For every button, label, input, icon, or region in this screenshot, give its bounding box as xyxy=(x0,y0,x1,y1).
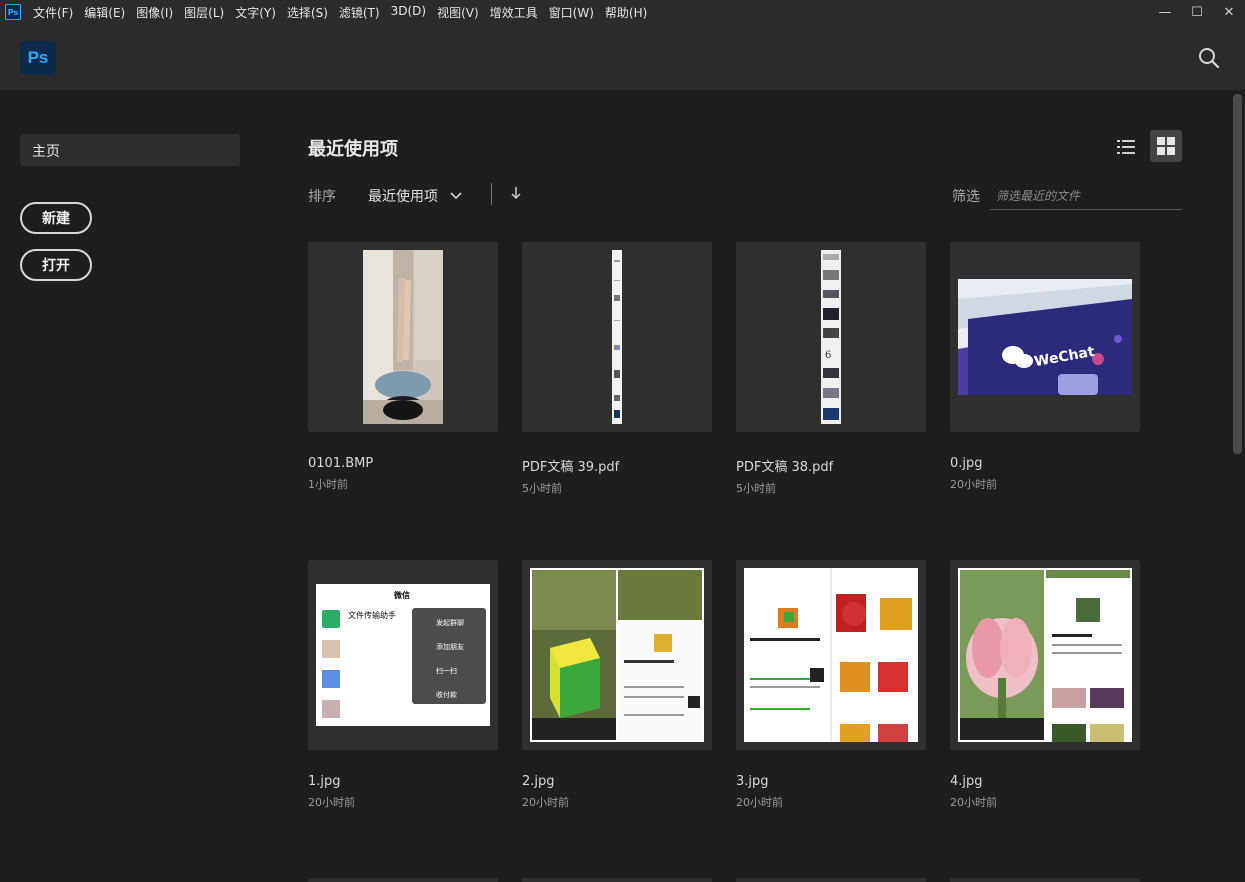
wechat-title: 微信 xyxy=(394,591,410,600)
file-time: 20小时前 xyxy=(736,796,783,809)
file-thumbnail[interactable] xyxy=(522,560,712,750)
open-button[interactable]: 打开 xyxy=(20,249,92,281)
file-name[interactable]: 0101.BMP xyxy=(308,456,498,471)
list-view-icon xyxy=(1117,140,1135,154)
sort-dropdown[interactable]: 最近使用项 xyxy=(368,186,464,206)
avatar xyxy=(322,700,340,718)
file-thumbnail[interactable]: WeChat xyxy=(950,242,1140,432)
file-card-partial[interactable] xyxy=(950,878,1140,882)
menu-image[interactable]: 图像(I) xyxy=(136,4,173,21)
svg-text:6: 6 xyxy=(825,350,831,361)
file-name[interactable]: 4.jpg xyxy=(950,774,1140,789)
menu-layer[interactable]: 图层(L) xyxy=(184,4,224,21)
file-card-partial[interactable] xyxy=(308,878,498,882)
menu-edit[interactable]: 编辑(E) xyxy=(84,4,125,21)
file-time: 1小时前 xyxy=(308,478,348,491)
file-card[interactable]: 6 PDF文稿 38.pdf 5小时前 xyxy=(736,242,926,496)
photo-thumbnail-image xyxy=(363,250,443,424)
window-controls: — ☐ ✕ xyxy=(1149,0,1245,24)
maximize-button[interactable]: ☐ xyxy=(1181,0,1213,24)
scrollbar[interactable] xyxy=(1230,90,1245,882)
file-name[interactable]: 3.jpg xyxy=(736,774,926,789)
scrollbar-thumb[interactable] xyxy=(1233,94,1242,454)
file-thumbnail[interactable] xyxy=(308,242,498,432)
menu-filter[interactable]: 滤镜(T) xyxy=(339,4,380,21)
file-time: 20小时前 xyxy=(522,796,569,809)
filter-label: 筛选 xyxy=(952,189,980,205)
file-time: 5小时前 xyxy=(522,482,562,495)
file-card[interactable]: WeChat 0.jpg 20小时前 xyxy=(950,242,1140,492)
divider xyxy=(491,183,492,205)
file-name[interactable]: PDF文稿 38.pdf xyxy=(736,456,926,475)
file-name[interactable]: 0.jpg xyxy=(950,456,1140,471)
pdf-thumbnail-image: 6 xyxy=(821,250,841,424)
avatar xyxy=(322,670,340,688)
file-helper-label: 文件传输助手 xyxy=(348,611,396,620)
file-card[interactable]: PDF文稿 39.pdf 5小时前 xyxy=(522,242,712,496)
list-view-button[interactable] xyxy=(1110,131,1142,163)
wechat-thumbnail-image xyxy=(958,279,1132,395)
filter-input[interactable] xyxy=(990,182,1182,210)
file-card[interactable]: 微信 文件传输助手 发起群聊 添加朋友 扫一扫 收付款 1.jpg 20小时前 xyxy=(308,560,498,810)
cube-article-thumbnail-image xyxy=(744,568,918,742)
new-button[interactable]: 新建 xyxy=(20,202,92,234)
folder-icon xyxy=(322,610,340,628)
grid-view-button[interactable] xyxy=(1150,130,1182,162)
file-card[interactable]: 4.jpg 20小时前 xyxy=(950,560,1140,810)
file-time: 20小时前 xyxy=(308,796,355,809)
minimize-button[interactable]: — xyxy=(1149,0,1181,24)
menu-file[interactable]: 文件(F) xyxy=(33,4,73,21)
grid-view-icon xyxy=(1157,137,1175,155)
menu-bar: Ps 文件(F) 编辑(E) 图像(I) 图层(L) 文字(Y) 选择(S) 滤… xyxy=(0,0,1245,24)
file-name[interactable]: PDF文稿 39.pdf xyxy=(522,456,712,475)
popup-menu-item: 扫一扫 xyxy=(436,667,457,675)
menu-type[interactable]: 文字(Y) xyxy=(235,4,276,21)
file-thumbnail[interactable] xyxy=(950,560,1140,750)
page-title: 最近使用项 xyxy=(308,139,398,160)
popup-menu-item: 发起群聊 xyxy=(436,619,464,627)
close-button[interactable]: ✕ xyxy=(1213,0,1245,24)
search-icon[interactable] xyxy=(1197,46,1221,70)
file-name[interactable]: 2.jpg xyxy=(522,774,712,789)
file-time: 5小时前 xyxy=(736,482,776,495)
ps-logo: Ps xyxy=(20,41,56,75)
file-card-partial[interactable] xyxy=(522,878,712,882)
menu-3d[interactable]: 3D(D) xyxy=(391,4,426,21)
menu-plugins[interactable]: 增效工具 xyxy=(490,4,538,21)
menu-select[interactable]: 选择(S) xyxy=(287,4,328,21)
menu-items: 文件(F) 编辑(E) 图像(I) 图层(L) 文字(Y) 选择(S) 滤镜(T… xyxy=(33,4,658,21)
file-time: 20小时前 xyxy=(950,796,997,809)
file-thumbnail[interactable] xyxy=(522,242,712,432)
avatar xyxy=(322,640,340,658)
wechat-menu-screenshot: 微信 文件传输助手 发起群聊 添加朋友 扫一扫 收付款 xyxy=(316,584,490,726)
menu-window[interactable]: 窗口(W) xyxy=(549,4,594,21)
file-thumbnail[interactable]: 微信 文件传输助手 发起群聊 添加朋友 扫一扫 收付款 xyxy=(308,560,498,750)
chevron-down-icon xyxy=(450,192,462,200)
header: Ps xyxy=(0,24,1245,90)
popup-menu: 发起群聊 添加朋友 扫一扫 收付款 xyxy=(412,608,486,704)
flower-scan-thumbnail-image xyxy=(958,568,1132,742)
popup-menu-item: 添加朋友 xyxy=(436,643,464,651)
main-content: 最近使用项 排序 最近使用项 筛选 筛选最近的文件 0101.BMP 1小时前 … xyxy=(262,90,1230,882)
sort-label: 排序 xyxy=(308,189,336,205)
file-time: 20小时前 xyxy=(950,478,997,491)
menu-view[interactable]: 视图(V) xyxy=(437,4,479,21)
sidebar: 主页 新建 打开 xyxy=(0,90,262,882)
sidebar-item-home[interactable]: 主页 xyxy=(20,134,240,166)
file-name[interactable]: 1.jpg xyxy=(308,774,498,789)
pdf-thumbnail-image xyxy=(612,250,622,424)
file-card[interactable]: 3.jpg 20小时前 xyxy=(736,560,926,810)
menu-help[interactable]: 帮助(H) xyxy=(605,4,647,21)
file-thumbnail[interactable]: 6 xyxy=(736,242,926,432)
file-card[interactable]: 2.jpg 20小时前 xyxy=(522,560,712,810)
popup-menu-item: 收付款 xyxy=(436,691,457,699)
file-card[interactable]: 0101.BMP 1小时前 xyxy=(308,242,498,492)
file-thumbnail[interactable] xyxy=(736,560,926,750)
file-card-partial[interactable] xyxy=(736,878,926,882)
sort-direction-icon[interactable] xyxy=(508,185,524,201)
sort-value: 最近使用项 xyxy=(368,189,438,205)
app-icon[interactable]: Ps xyxy=(5,4,21,20)
cube-scan-thumbnail-image xyxy=(530,568,704,742)
